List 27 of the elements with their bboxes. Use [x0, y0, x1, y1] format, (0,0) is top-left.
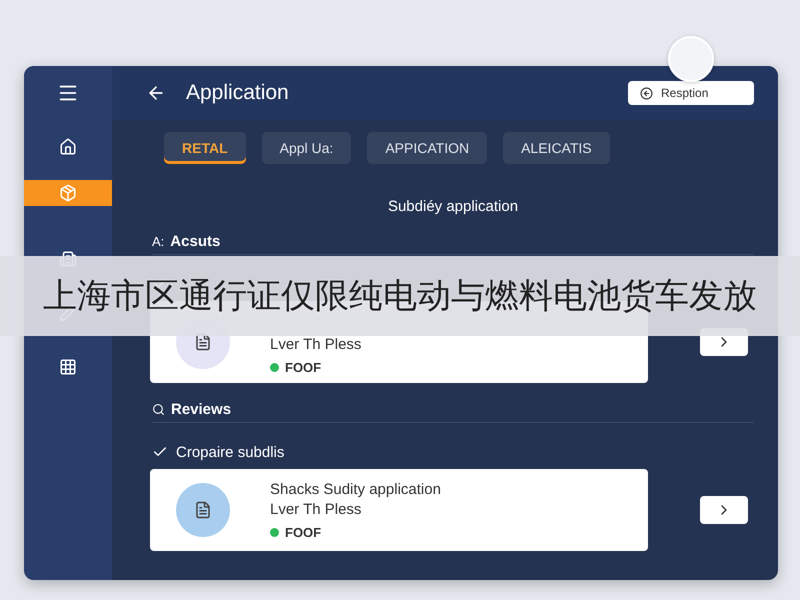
action-button[interactable]: Resption — [628, 81, 754, 105]
section-title: Acsuts — [170, 233, 220, 250]
next-button[interactable] — [700, 496, 748, 524]
grid-icon — [59, 358, 77, 376]
document-icon — [194, 333, 212, 351]
card-subtitle: Lver Th Pless — [270, 336, 362, 354]
section-page-title: Subdiéy application — [386, 198, 520, 215]
tab[interactable]: APPICATION — [367, 132, 488, 164]
card-title: Shacks Sudity application — [270, 480, 441, 498]
search-icon — [152, 403, 165, 416]
tab[interactable]: RETAL — [164, 132, 246, 164]
application-card[interactable]: Shacks Sudity application Lver Th Pless FOOF — [150, 469, 648, 551]
status-dot — [270, 362, 279, 372]
status-label: FOOF — [285, 360, 322, 374]
tab[interactable]: Appl Ua: — [262, 132, 352, 164]
status-label: FOOF — [285, 524, 322, 540]
status-dot — [270, 528, 279, 536]
tab[interactable]: ALEICATIS — [503, 132, 610, 164]
section-prefix: A: — [152, 234, 164, 249]
avatar-circle — [668, 36, 714, 82]
page-header-title: Application — [186, 81, 290, 105]
card-subtitle: Lver Th Pless — [270, 500, 362, 518]
box-icon — [59, 184, 77, 202]
home-icon — [59, 138, 77, 156]
section-title: Reviews — [171, 401, 232, 418]
check-label: Cropaire subdlis — [176, 444, 284, 460]
document-icon — [194, 501, 212, 519]
